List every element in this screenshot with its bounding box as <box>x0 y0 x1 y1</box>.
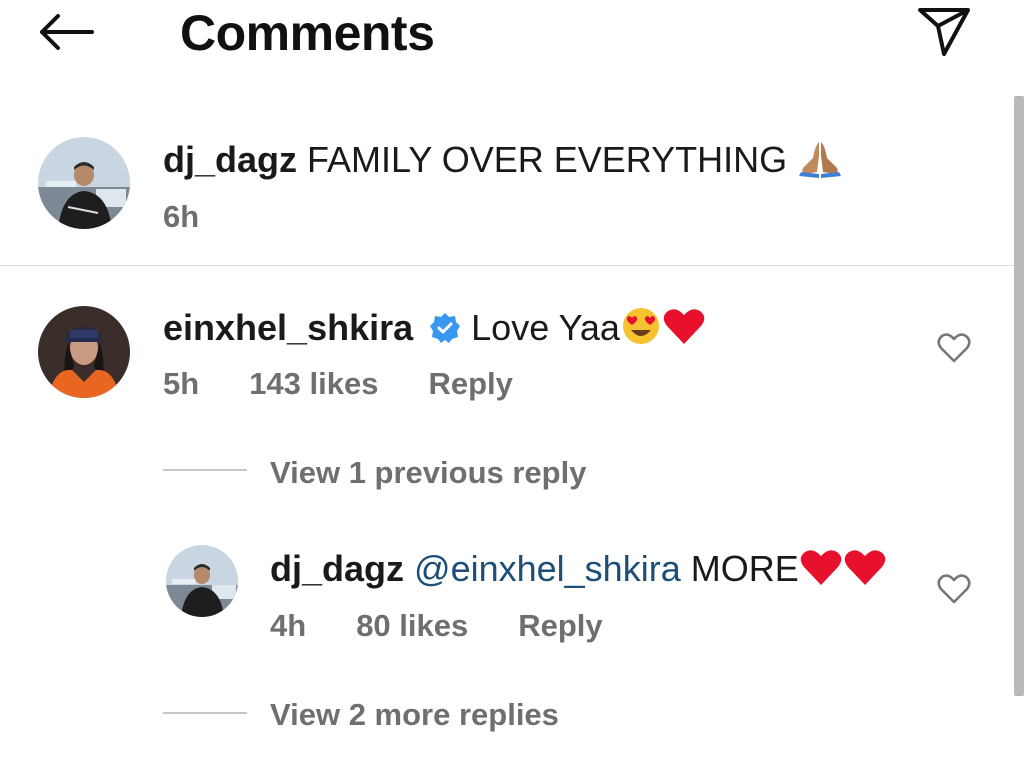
comment-text: einxhel_shkira Love Yaa <box>163 306 706 355</box>
like-button[interactable] <box>937 332 971 364</box>
comment-username[interactable]: einxhel_shkira <box>163 307 413 348</box>
reply-mention[interactable]: @einxhel_shkira <box>414 548 681 589</box>
view-more-replies-link[interactable]: View 2 more replies <box>270 697 559 733</box>
caption-meta: 6h <box>163 199 249 235</box>
red-heart-emoji <box>843 547 887 596</box>
avatar[interactable] <box>38 306 130 398</box>
divider <box>0 265 1014 266</box>
reply-body: MORE <box>690 548 799 589</box>
folded-hands-emoji <box>797 138 843 187</box>
heart-outline-icon <box>937 574 971 604</box>
view-replies-line <box>163 469 247 471</box>
header-bar: Comments <box>0 0 1024 70</box>
avatar[interactable] <box>166 545 238 617</box>
comment-time: 5h <box>163 366 200 401</box>
back-button[interactable] <box>36 8 106 56</box>
page-title: Comments <box>180 5 435 61</box>
red-heart-emoji <box>799 547 843 596</box>
paper-plane-icon <box>918 8 970 56</box>
reply-button[interactable]: Reply <box>428 366 512 402</box>
heart-eyes-emoji <box>620 306 662 355</box>
reply-time: 4h <box>270 608 307 643</box>
share-button[interactable] <box>914 4 974 58</box>
verified-badge-icon <box>429 311 461 343</box>
red-heart-emoji <box>662 306 706 355</box>
avatar[interactable] <box>38 137 130 229</box>
comment-meta: 5h 143 likes Reply <box>163 366 563 402</box>
like-button[interactable] <box>937 573 971 605</box>
reply-button[interactable]: Reply <box>518 608 602 644</box>
arrow-left-icon <box>40 14 94 50</box>
comment-likes[interactable]: 143 likes <box>249 366 378 402</box>
reply-meta: 4h 80 likes Reply <box>270 608 653 644</box>
view-replies-line <box>163 712 247 714</box>
view-previous-reply-link[interactable]: View 1 previous reply <box>270 455 586 491</box>
reply-likes[interactable]: 80 likes <box>356 608 468 644</box>
caption-text: dj_dagz FAMILY OVER EVERYTHING <box>163 138 843 187</box>
reply-text: dj_dagz @einxhel_shkira MORE <box>270 547 887 596</box>
caption-time: 6h <box>163 199 200 234</box>
caption-body: FAMILY OVER EVERYTHING <box>307 139 788 180</box>
caption-username[interactable]: dj_dagz <box>163 139 297 180</box>
reply-username[interactable]: dj_dagz <box>270 548 404 589</box>
comment-body: Love Yaa <box>471 307 620 348</box>
heart-outline-icon <box>937 333 971 363</box>
scrollbar[interactable] <box>1014 96 1024 696</box>
